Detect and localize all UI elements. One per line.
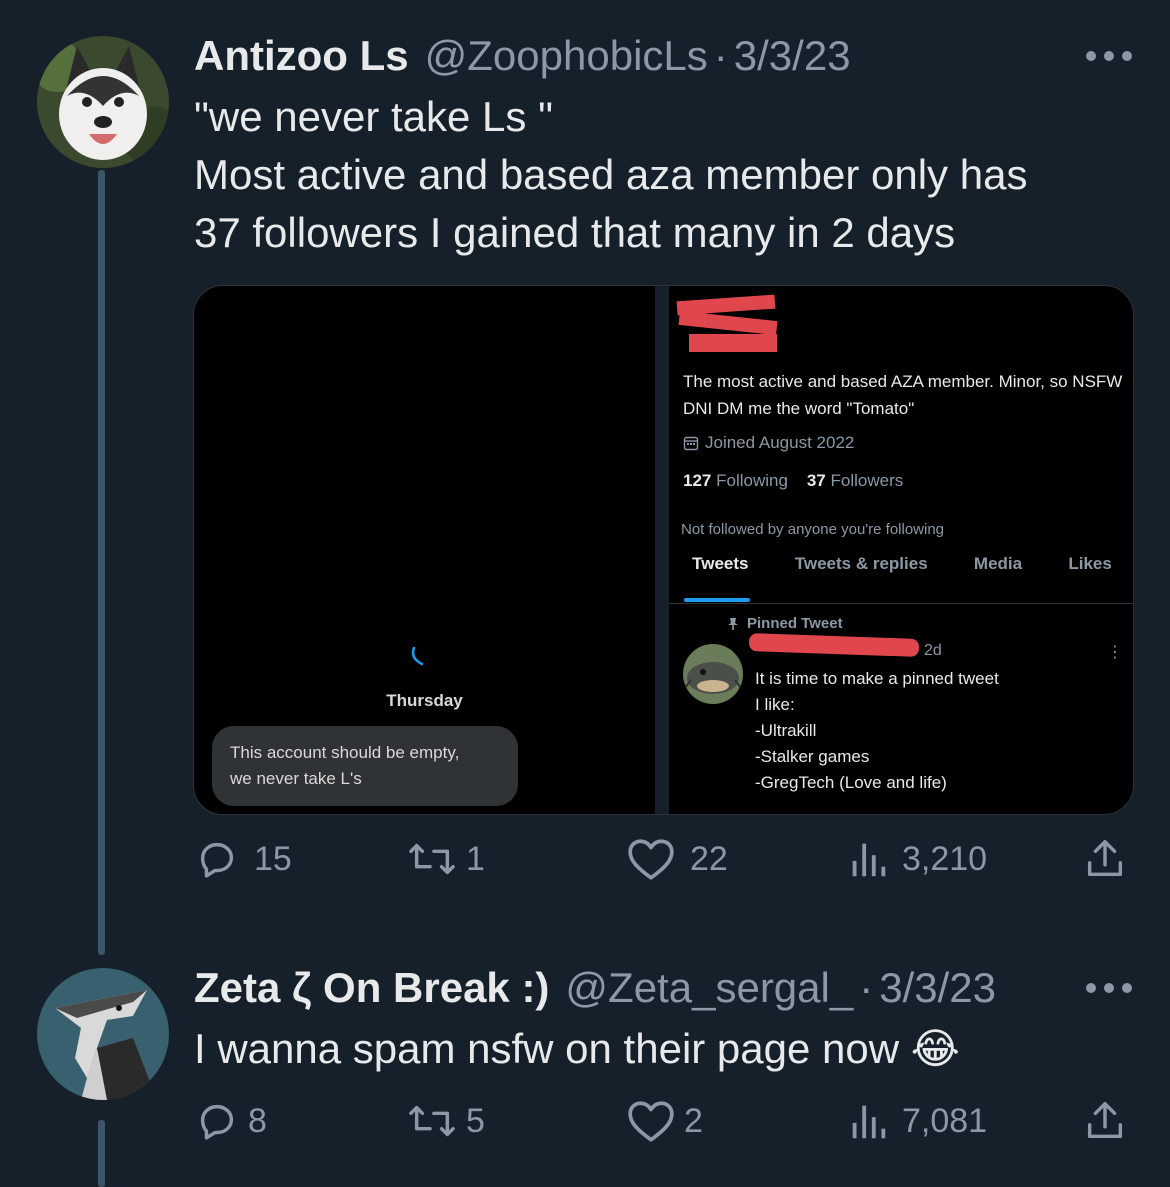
share-button[interactable] [1082, 836, 1128, 882]
retweet-button[interactable]: 1 [406, 836, 485, 882]
tweet-date[interactable]: 3/3/23 [734, 32, 851, 80]
reply-button[interactable]: 15 [194, 836, 292, 882]
retweet-button[interactable]: 5 [406, 1098, 485, 1144]
redaction-mark [748, 633, 920, 657]
display-name[interactable]: Zeta ζ On Break :) [194, 964, 549, 1012]
media-divider [655, 286, 669, 814]
like-count: 2 [684, 1101, 703, 1140]
followers-label: Followers [830, 471, 904, 490]
like-icon [628, 839, 674, 880]
tweet-text: I wanna spam nsfw on their page now 😂 [194, 1025, 960, 1072]
avatar[interactable] [37, 968, 169, 1100]
profile-tabs: Tweets Tweets & replies Media Likes [669, 554, 1133, 574]
like-icon [628, 1101, 674, 1142]
like-button[interactable]: 22 [626, 836, 728, 882]
more-icon[interactable] [1086, 983, 1132, 995]
tweet-date[interactable]: 3/3/23 [879, 964, 996, 1012]
profile-bio: The most active and based AZA member. Mi… [683, 372, 1123, 418]
reply-count: 8 [248, 1101, 267, 1140]
tab-separator [669, 603, 1133, 604]
reply-button[interactable]: 8 [194, 1098, 267, 1144]
views-button[interactable]: 3,210 [848, 836, 987, 882]
thread-line [98, 170, 105, 955]
timeline: Antizoo Ls @ZoophobicLs · 3/3/23 "we nev… [0, 0, 1170, 1187]
catfish-avatar-image [683, 644, 743, 704]
pinned-tweet-label: Pinned Tweet [727, 615, 843, 632]
dm-message-bubble: This account should be empty, we never t… [212, 726, 518, 806]
reply-icon [200, 1104, 234, 1140]
tab-tweets: Tweets [692, 554, 749, 573]
separator-dot: · [859, 964, 874, 1011]
views-icon [852, 1105, 886, 1139]
display-name[interactable]: Antizoo Ls [194, 32, 409, 80]
pinned-tweet-date: 2d [924, 642, 942, 659]
tab-likes: Likes [1068, 554, 1112, 573]
share-button[interactable] [1082, 1098, 1128, 1144]
retweet-icon [409, 843, 455, 875]
followers-count: 37 [806, 471, 826, 490]
pinned-author-avatar [683, 644, 743, 704]
active-tab-indicator [684, 598, 750, 602]
not-followed-note: Not followed by anyone you're following [681, 521, 945, 538]
reply-count: 15 [254, 839, 292, 878]
tweet-header: Zeta ζ On Break :) @Zeta_sergal_ · 3/3/2… [194, 964, 996, 1012]
tab-tweets-replies: Tweets & replies [794, 554, 928, 573]
follow-counts: 127 Following 37 Followers [683, 471, 903, 491]
day-label: Thursday [386, 691, 463, 710]
redaction-mark [689, 334, 777, 352]
avatar[interactable] [37, 36, 169, 168]
spinner-icon [411, 646, 424, 666]
pinned-tweet-text: It is time to make a pinned tweet I like… [755, 669, 999, 792]
dm-message-text: This account should be empty, we never t… [230, 743, 460, 788]
like-count: 22 [690, 839, 728, 878]
following-label: Following [716, 471, 788, 490]
pinned-more-icon: ⋮ [1107, 644, 1123, 661]
joined-text: Joined August 2022 [705, 433, 855, 452]
tweet-header: Antizoo Ls @ZoophobicLs · 3/3/23 [194, 32, 851, 80]
views-count: 3,210 [902, 839, 988, 878]
pin-icon [728, 617, 738, 630]
like-button[interactable]: 2 [626, 1098, 703, 1144]
tweet-actions: 8 5 2 7,081 [194, 1098, 1134, 1158]
separator-dot: · [713, 32, 728, 79]
retweet-icon [409, 1105, 455, 1137]
sergal-avatar-image [37, 968, 169, 1100]
tweet-media[interactable]: Thursday This account should be empty, w… [193, 285, 1134, 815]
reply-icon [200, 842, 234, 878]
following-count: 127 [683, 471, 712, 490]
user-handle[interactable]: @Zeta_sergal_ [565, 964, 853, 1012]
pinned-label-text: Pinned Tweet [747, 615, 843, 632]
husky-avatar-image [37, 36, 169, 168]
tweet-text: "we never take Ls " Most active and base… [194, 93, 1028, 256]
retweet-count: 5 [466, 1101, 485, 1140]
calendar-icon [683, 436, 699, 451]
tweet-actions: 15 1 22 3,210 [194, 836, 1134, 896]
views-icon [852, 843, 886, 877]
joined-date: Joined August 2022 [683, 433, 854, 453]
share-icon [1087, 1102, 1123, 1139]
media-profile-screenshot: The most active and based AZA member. Mi… [669, 286, 1133, 814]
more-icon[interactable] [1086, 51, 1132, 63]
retweet-count: 1 [466, 839, 485, 878]
media-dm-screenshot: Thursday This account should be empty, w… [194, 286, 655, 814]
user-handle[interactable]: @ZoophobicLs [425, 32, 708, 80]
views-count: 7,081 [902, 1101, 988, 1140]
tab-media: Media [973, 554, 1023, 573]
views-button[interactable]: 7,081 [848, 1098, 987, 1144]
share-icon [1087, 840, 1123, 877]
redaction-mark [678, 310, 778, 336]
thread-line [98, 1120, 105, 1187]
